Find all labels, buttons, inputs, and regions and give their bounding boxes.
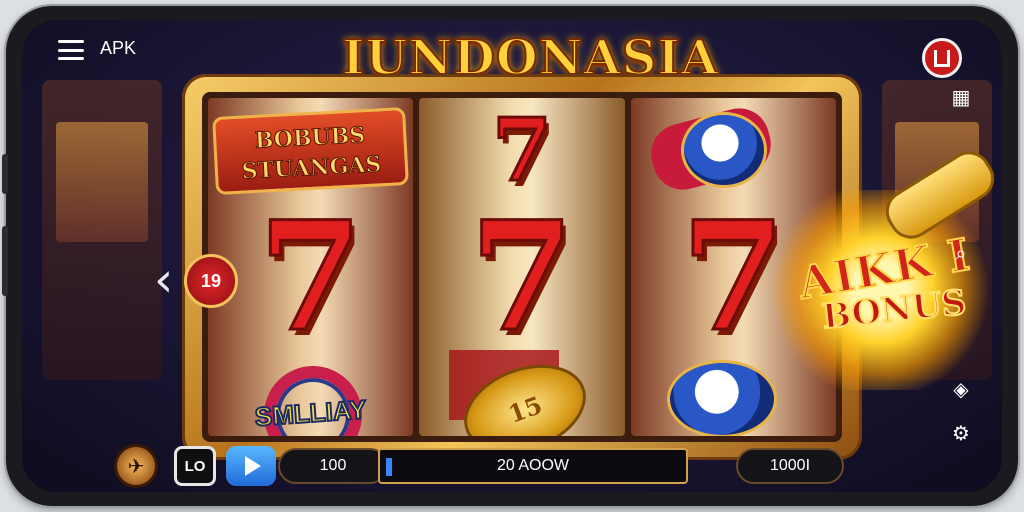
side-button-top [2, 154, 8, 194]
share-icon[interactable]: ◈ [948, 376, 974, 402]
bg-cabinet-left [42, 80, 162, 380]
play-icon[interactable] [226, 446, 276, 486]
chevron-left-icon[interactable]: ‹ [154, 256, 173, 304]
side-button-bottom [2, 226, 8, 296]
face-symbol-top [680, 112, 767, 188]
reel-1: BOBUBS STUANGAS 7 SMLLIAY [208, 98, 414, 436]
level-badge: 19 [184, 254, 238, 308]
bonus-banner: BOBUBS STUANGAS [212, 106, 410, 196]
reels-container: BOBUBS STUANGAS 7 SMLLIAY 7 7 15 7 [202, 92, 842, 442]
message-field: 20 AOOW [378, 448, 688, 484]
apk-label[interactable]: APK [100, 38, 136, 59]
message-text: 20 AOOW [496, 457, 570, 474]
slot-machine-frame: BOBUBS STUANGAS 7 SMLLIAY 7 7 15 7 [182, 74, 862, 460]
win-value[interactable]: 1000I [736, 448, 844, 484]
lo-button[interactable]: LO [174, 446, 216, 486]
profile-icon[interactable] [922, 38, 962, 78]
search-icon[interactable]: ⌕ [948, 240, 974, 266]
seven-symbol: 7 [468, 189, 575, 365]
seven-symbol: 7 [257, 189, 364, 365]
bet-value[interactable]: 100 [278, 448, 388, 484]
phone-frame: APK IUNDONASIA BOBUBS STUANGAS 7 SMLLIAY… [2, 6, 1018, 506]
hamburger-icon[interactable] [58, 40, 84, 60]
game-screen: APK IUNDONASIA BOBUBS STUANGAS 7 SMLLIAY… [22, 20, 1002, 492]
progress-marker [386, 458, 392, 476]
face-symbol-bottom [666, 360, 777, 436]
grid-icon[interactable]: ▦ [948, 84, 974, 110]
smlly-symbol: SMLLIAY [253, 393, 369, 433]
plane-icon[interactable]: ✈ [114, 444, 158, 488]
reel-2: 7 7 15 [419, 98, 625, 436]
seven-symbol-small: 7 [491, 100, 554, 201]
settings-icon[interactable]: ⚙ [948, 420, 974, 446]
